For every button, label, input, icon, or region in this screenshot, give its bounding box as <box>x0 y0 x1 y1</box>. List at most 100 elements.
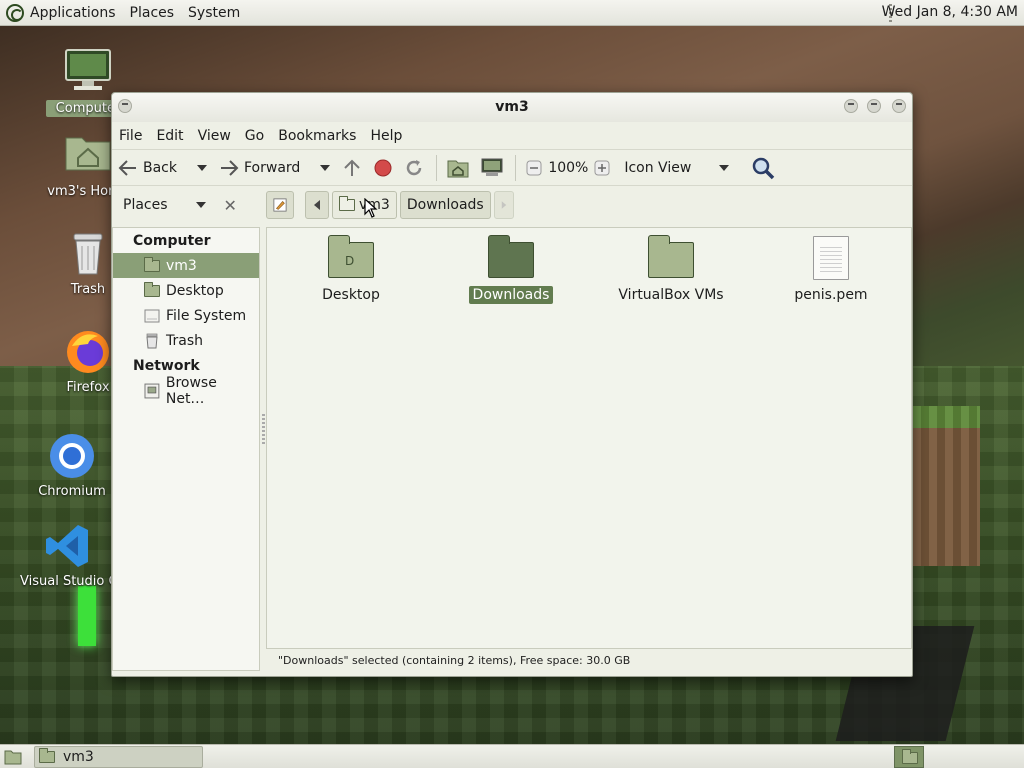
file-view: D Desktop Downloads VirtualBox VMs penis… <box>266 227 912 649</box>
toolbar-separator <box>515 154 517 181</box>
sidebar-item-label: Trash <box>166 332 203 349</box>
desktop-folder-icon: D <box>328 235 374 280</box>
maximize-icon[interactable] <box>867 99 881 113</box>
menu-view[interactable]: View <box>198 128 231 144</box>
computer-button[interactable] <box>481 153 503 183</box>
status-bar: "Downloads" selected (containing 2 items… <box>278 654 631 667</box>
distro-logo-icon[interactable] <box>6 3 24 22</box>
file-item-pem[interactable]: penis.pem <box>766 236 896 304</box>
file-name: Downloads <box>468 286 554 304</box>
stop-button[interactable] <box>374 153 392 183</box>
menu-edit[interactable]: Edit <box>156 128 183 144</box>
home-button[interactable] <box>447 153 469 183</box>
zoom-out-button[interactable] <box>526 153 542 183</box>
places-menu[interactable]: Places <box>130 5 175 21</box>
network-icon <box>144 383 160 398</box>
search-button[interactable] <box>751 153 775 183</box>
sidebar-item-label: Browse Net… <box>165 374 217 407</box>
clock[interactable]: Wed Jan 8, 4:30 AM <box>882 4 1018 20</box>
close-sidebar-icon[interactable]: ✕ <box>224 196 237 215</box>
menu-file[interactable]: File <box>119 128 142 144</box>
sidebar-item-browse-network[interactable]: Browse Net… <box>113 375 259 407</box>
computer-icon <box>64 48 112 96</box>
show-desktop-icon[interactable] <box>4 749 22 765</box>
home-folder-icon <box>144 256 160 272</box>
chevron-down-icon <box>719 164 730 171</box>
taskbar-item-vm3[interactable]: vm3 <box>34 746 203 768</box>
chevron-left-icon <box>314 200 320 210</box>
zoom-level[interactable]: 100% <box>548 153 588 183</box>
zoom-in-button[interactable] <box>594 153 610 183</box>
zoom-in-icon <box>594 160 610 175</box>
file-item-desktop[interactable]: D Desktop <box>286 235 416 304</box>
view-mode-select[interactable]: Icon View <box>624 153 730 183</box>
bottom-panel: vm3 <box>0 744 1024 768</box>
window-title: vm3 <box>495 99 529 115</box>
desktop-icon-vscode[interactable]: Visual Studio Code <box>20 522 116 589</box>
menu-go[interactable]: Go <box>245 128 264 144</box>
minimize-icon[interactable] <box>844 99 858 113</box>
toolbar-separator <box>436 154 438 181</box>
location-bar: Places ✕ vm3 Downloads <box>112 186 912 224</box>
reload-button[interactable] <box>404 153 424 183</box>
workspace-icon <box>902 749 918 764</box>
places-select-label: Places <box>123 197 168 213</box>
forward-button[interactable]: Forward <box>219 153 300 183</box>
desktop-icon-label: Visual Studio Code <box>20 574 116 589</box>
sidebar-item-vm3[interactable]: vm3 <box>113 253 259 278</box>
workspace-switcher[interactable] <box>894 746 924 768</box>
home-folder-icon <box>339 196 355 211</box>
back-history-dropdown[interactable] <box>189 153 207 183</box>
sidebar-item-file-system[interactable]: File System <box>113 303 259 328</box>
desktop-folder-emblem-icon: D <box>345 254 355 268</box>
sidebar-item-trash[interactable]: Trash <box>113 328 259 353</box>
text-file-icon <box>808 236 854 280</box>
firefox-icon <box>64 328 112 376</box>
desktop-icon-label: Chromium <box>38 484 106 499</box>
window-titlebar[interactable]: vm3 <box>112 93 912 122</box>
close-icon[interactable] <box>892 99 906 113</box>
crumb-scroll-right-button[interactable] <box>493 191 514 219</box>
sidebar-item-label: Desktop <box>166 282 224 299</box>
panel-menu: Applications Places System <box>0 0 260 26</box>
places-sidebar: Computer vm3 Desktop File System Trash N… <box>112 227 260 671</box>
menu-bookmarks[interactable]: Bookmarks <box>278 128 356 144</box>
forward-label: Forward <box>244 159 301 176</box>
computer-icon <box>481 158 503 176</box>
zoom-out-icon <box>526 160 542 175</box>
edit-location-icon <box>273 198 287 212</box>
sidebar-places-select[interactable]: Places ✕ <box>112 190 260 220</box>
sidebar-item-label: vm3 <box>166 257 197 274</box>
file-name: VirtualBox VMs <box>618 287 724 303</box>
chevron-right-icon <box>501 201 506 209</box>
folder-icon <box>648 235 694 280</box>
window-menu-icon[interactable] <box>118 99 132 113</box>
crumb-label: Downloads <box>406 197 484 213</box>
drive-icon <box>144 309 160 322</box>
trash-icon <box>146 333 158 348</box>
system-menu[interactable]: System <box>188 5 240 21</box>
wallpaper-glow <box>78 586 96 646</box>
forward-history-dropdown[interactable] <box>312 153 331 183</box>
back-button[interactable]: Back <box>118 153 177 183</box>
top-panel: Applications Places System Wed Jan 8, 4:… <box>0 0 1024 26</box>
home-folder-icon <box>39 748 55 763</box>
sidebar-resize-handle[interactable] <box>262 414 265 444</box>
up-arrow-icon <box>344 159 361 176</box>
desktop-icon-chromium[interactable]: Chromium <box>30 432 114 499</box>
home-folder-icon <box>447 160 469 177</box>
applications-menu[interactable]: Applications <box>30 5 116 21</box>
sidebar-item-label: File System <box>166 307 247 324</box>
menu-help[interactable]: Help <box>370 128 402 144</box>
file-manager-window: vm3 File Edit View Go Bookmarks Help Bac… <box>111 92 913 677</box>
up-button[interactable] <box>342 153 362 183</box>
crumb-downloads[interactable]: Downloads <box>399 191 491 219</box>
toolbar: Back Forward 100% Icon View <box>112 149 912 186</box>
wallpaper-grass-block <box>905 406 980 566</box>
sidebar-item-desktop[interactable]: Desktop <box>113 278 259 303</box>
crumb-scroll-left-button[interactable] <box>305 191 329 219</box>
file-item-virtualbox-vms[interactable]: VirtualBox VMs <box>606 235 736 304</box>
file-item-downloads[interactable]: Downloads <box>446 235 576 304</box>
toggle-location-entry-button[interactable] <box>266 191 294 219</box>
chevron-down-icon <box>197 164 207 171</box>
